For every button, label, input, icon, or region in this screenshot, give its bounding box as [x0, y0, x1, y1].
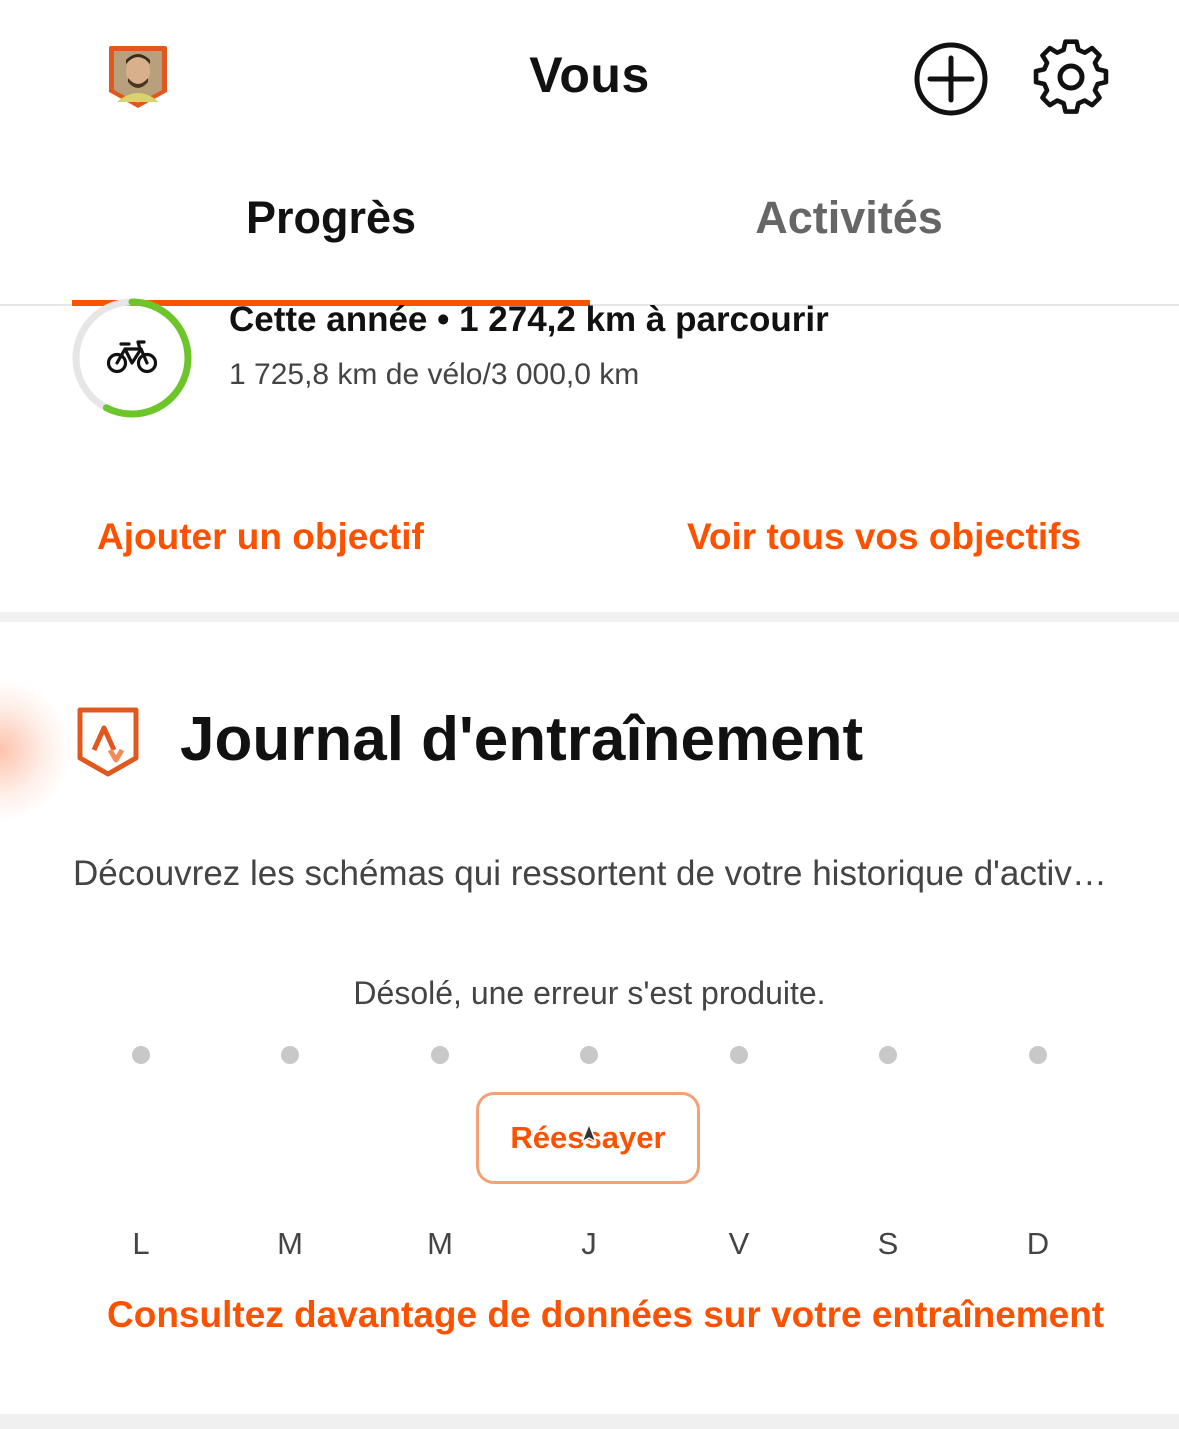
day-dot — [281, 1046, 299, 1064]
goal-progress-text: 1 725,8 km de vélo/3 000,0 km — [229, 358, 640, 391]
plus-circle-icon — [914, 42, 988, 116]
more-training-data-link[interactable]: Consultez davantage de données sur votre… — [107, 1294, 1104, 1336]
day-dot — [730, 1046, 748, 1064]
bike-icon — [106, 340, 158, 374]
goal-summary: Cette année • 1 274,2 km à parcourir — [229, 300, 829, 339]
training-log-title: Journal d'entraînement — [180, 705, 864, 774]
add-button[interactable] — [912, 40, 990, 118]
training-log-description: Découvrez les schémas qui ressortent de … — [73, 854, 1107, 893]
day-dot — [879, 1046, 897, 1064]
day-label: M — [277, 1226, 303, 1261]
view-all-goals-link[interactable]: Voir tous vos objectifs — [687, 516, 1081, 558]
day-label: J — [581, 1226, 597, 1261]
highlight-glow — [0, 680, 70, 820]
tab-activities[interactable]: Activités — [590, 192, 1108, 244]
error-message: Désolé, une erreur s'est produite. — [353, 975, 826, 1011]
profile-screen: Vous Progrès Activités Cette année • 1 2… — [0, 0, 1179, 1429]
add-goal-link[interactable]: Ajouter un objectif — [97, 516, 424, 558]
day-label: L — [132, 1226, 150, 1261]
day-dot — [431, 1046, 449, 1064]
settings-button[interactable] — [1032, 38, 1110, 116]
day-dot — [1029, 1046, 1047, 1064]
day-dot — [580, 1046, 598, 1064]
pointer-cursor-icon — [581, 1123, 597, 1143]
day-label: V — [728, 1226, 750, 1261]
goal-progress-ring[interactable] — [70, 296, 194, 420]
day-label: D — [1026, 1226, 1050, 1261]
day-dot — [132, 1046, 150, 1064]
day-label: M — [427, 1226, 453, 1261]
tab-progress[interactable]: Progrès — [72, 192, 590, 244]
gear-icon — [1033, 39, 1109, 114]
page-title: Vous — [529, 47, 650, 103]
training-log-icon — [76, 706, 140, 778]
section-divider — [0, 1414, 1179, 1429]
section-divider — [0, 612, 1179, 622]
day-label: S — [877, 1226, 899, 1261]
